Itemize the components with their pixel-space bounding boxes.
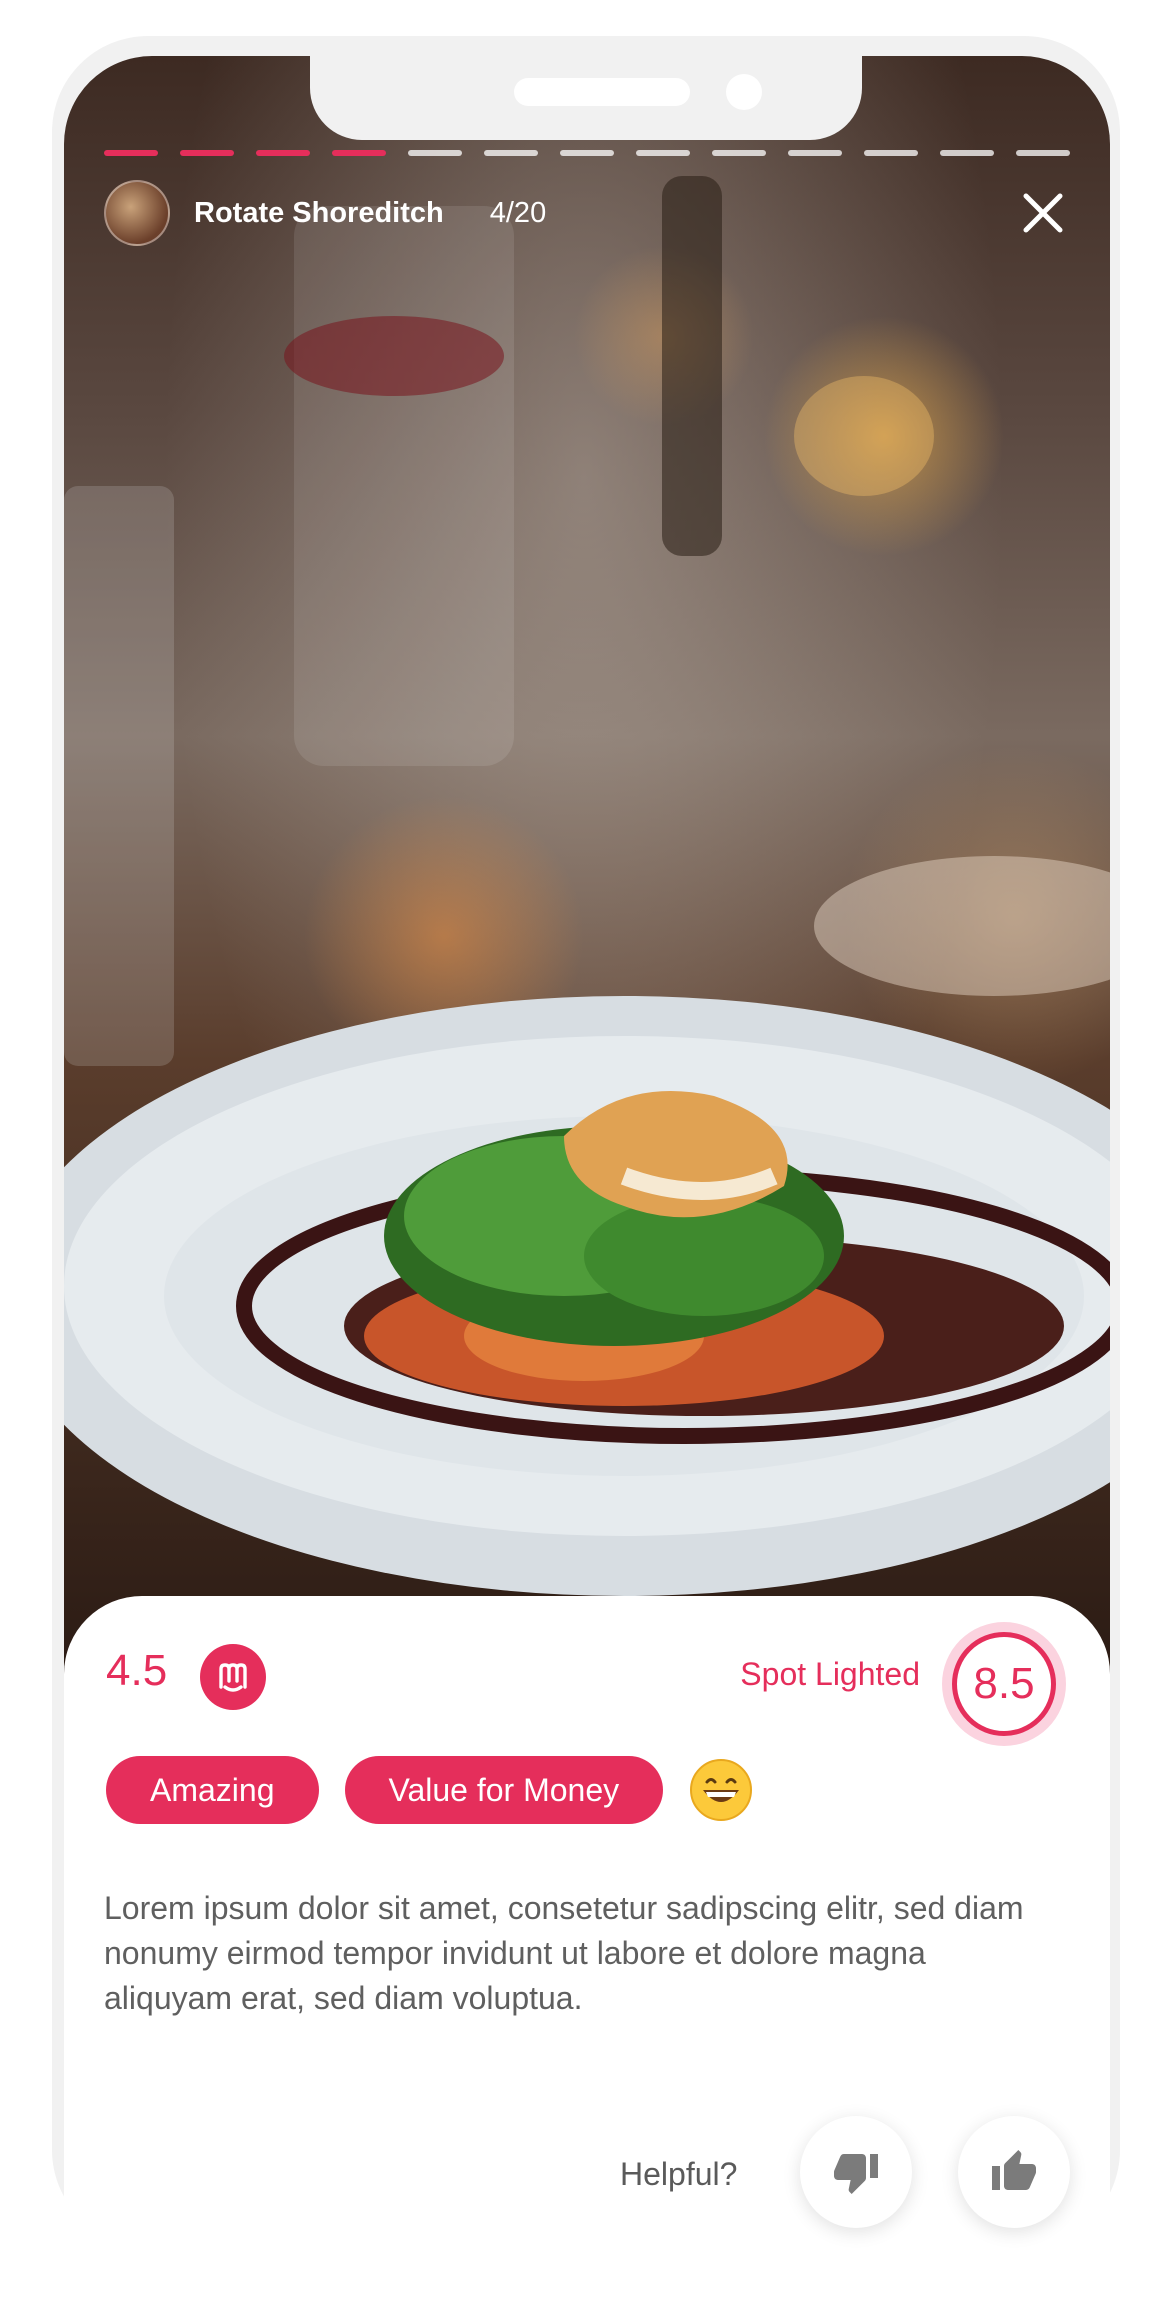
review-text: Lorem ipsum dolor sit amet, consetetur s… — [104, 1890, 1024, 2016]
progress-segment — [864, 150, 918, 156]
progress-segment — [104, 150, 158, 156]
progress-segment — [940, 150, 994, 156]
progress-segment — [180, 150, 234, 156]
helpful-label: Helpful? — [620, 2156, 738, 2192]
progress-segment — [484, 150, 538, 156]
rating-value: 4.5 — [106, 1646, 168, 1695]
progress-segment — [1016, 150, 1070, 156]
venue-name[interactable]: Rotate Shoreditch — [194, 197, 444, 230]
thumbs-down-button[interactable] — [800, 2116, 912, 2228]
brand-logo-icon — [219, 1663, 247, 1692]
thumbs-down-icon — [834, 2154, 878, 2194]
close-button[interactable] — [1016, 186, 1070, 240]
venue-avatar[interactable] — [104, 180, 170, 246]
thumbs-up-icon — [992, 2150, 1036, 2190]
progress-segment — [636, 150, 690, 156]
front-camera — [726, 74, 762, 110]
story-screen: Rotate Shoreditch 4/20 4.5 Spot Lighted … — [64, 56, 1110, 2286]
progress-segment — [256, 150, 310, 156]
helpful-feedback: Helpful? — [0, 2116, 1175, 2236]
thumbs-up-button[interactable] — [958, 2116, 1070, 2228]
phone-notch — [310, 56, 862, 140]
tag-value-for-money[interactable]: Value for Money — [344, 1756, 664, 1824]
progress-segment — [560, 150, 614, 156]
progress-segment — [712, 150, 766, 156]
progress-segment — [408, 150, 462, 156]
speaker-grille — [514, 78, 690, 106]
story-progress-bar — [104, 150, 1070, 158]
spot-score-value: 8.5 — [952, 1632, 1056, 1736]
brand-logo-badge — [200, 1644, 266, 1710]
grinning-face-icon — [690, 1759, 753, 1821]
story-counter: 4/20 — [489, 196, 547, 229]
progress-segment — [332, 150, 386, 156]
close-icon — [1023, 193, 1063, 233]
food-photo — [64, 56, 1110, 1676]
review-tags: Amazing Value for Money — [106, 1756, 753, 1824]
spot-score-badge: 8.5 — [942, 1622, 1066, 1746]
tag-amazing[interactable]: Amazing — [106, 1756, 319, 1824]
progress-segment — [788, 150, 842, 156]
spot-lighted-label: Spot Lighted — [740, 1656, 920, 1692]
story-header: Rotate Shoreditch 4/20 — [104, 180, 1070, 246]
